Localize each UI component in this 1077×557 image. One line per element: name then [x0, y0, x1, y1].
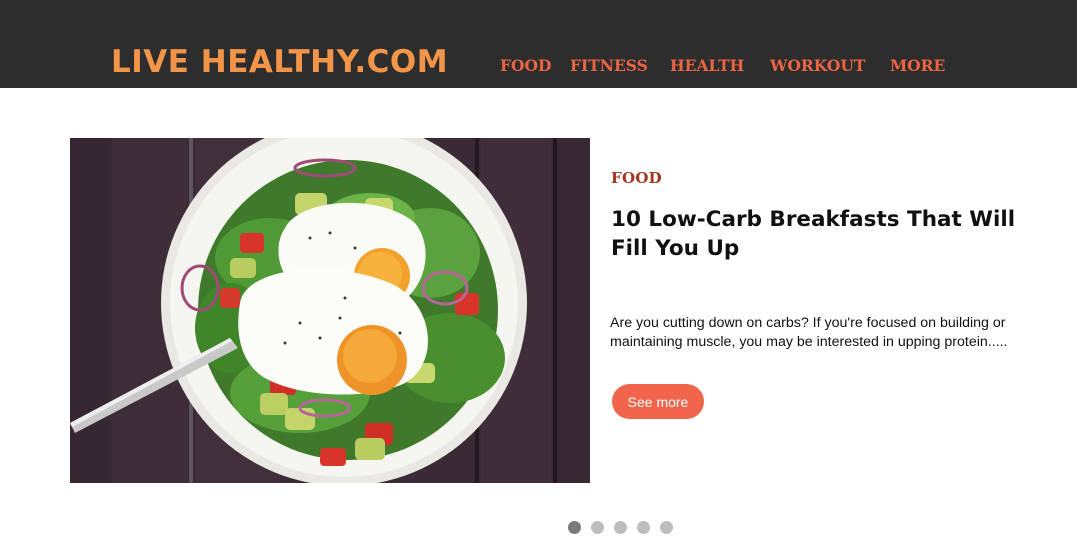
article-headline[interactable]: 10 Low-Carb Breakfasts That Will Fill Yo…: [611, 205, 1051, 263]
nav-item-workout[interactable]: WORKOUT: [770, 56, 865, 76]
site-logo[interactable]: LIVE HEALTHY.COM: [111, 42, 448, 82]
nav-item-more[interactable]: MORE: [890, 56, 945, 76]
salad-bowl-illustration: [70, 138, 590, 483]
carousel-dot-1[interactable]: [568, 521, 581, 534]
article-excerpt: Are you cutting down on carbs? If you're…: [610, 315, 1008, 350]
carousel-dot-2[interactable]: [591, 521, 604, 534]
site-header: LIVE HEALTHY.COM FOOD FITNESS HEALTH WOR…: [0, 0, 1077, 88]
see-more-button[interactable]: See more: [612, 384, 704, 419]
carousel-pagination: [568, 521, 673, 534]
nav-item-fitness[interactable]: FITNESS: [570, 56, 648, 76]
article-category[interactable]: FOOD: [611, 168, 662, 188]
carousel-dot-4[interactable]: [637, 521, 650, 534]
featured-article-image[interactable]: [70, 138, 590, 483]
nav-item-health[interactable]: HEALTH: [670, 56, 744, 76]
carousel-dot-5[interactable]: [660, 521, 673, 534]
nav-item-food[interactable]: FOOD: [500, 56, 551, 76]
carousel-dot-3[interactable]: [614, 521, 627, 534]
